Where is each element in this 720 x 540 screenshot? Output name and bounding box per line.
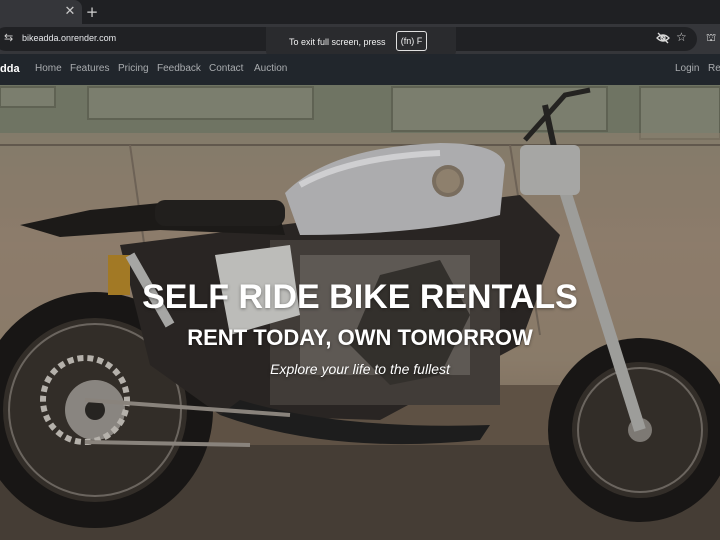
nav-link-auction[interactable]: Auction (254, 62, 287, 76)
fullscreen-notice-text: To exit full screen, press (289, 37, 386, 47)
nav-link-features[interactable]: Features (70, 62, 109, 76)
eye-slash-icon[interactable] (656, 30, 670, 46)
fullscreen-exit-key: (fn) F (396, 31, 427, 51)
browser-tab-strip (0, 0, 720, 24)
nav-link-register[interactable]: Re (708, 62, 720, 76)
site-settings-icon[interactable]: ⇆ (4, 31, 16, 45)
hero-section: SELF RIDE BIKE RENTALS RENT TODAY, OWN T… (0, 85, 720, 540)
new-tab-icon[interactable]: + (85, 3, 99, 21)
nav-link-home[interactable]: Home (35, 62, 62, 76)
nav-link-contact[interactable]: Contact (209, 62, 243, 76)
extension-icon[interactable]: ⛫ (706, 30, 720, 46)
hero-subtitle: RENT TODAY, OWN TOMORROW (187, 325, 533, 350)
hero-title: SELF RIDE BIKE RENTALS (142, 278, 578, 316)
nav-link-login[interactable]: Login (675, 62, 699, 76)
close-tab-icon[interactable]: ✕ (64, 4, 76, 20)
nav-link-pricing[interactable]: Pricing (118, 62, 149, 76)
nav-link-feedback[interactable]: Feedback (157, 62, 201, 76)
hero-tagline: Explore your life to the fullest (270, 361, 450, 377)
site-brand-link[interactable]: dda (0, 62, 20, 76)
bookmark-star-icon[interactable]: ☆ (676, 29, 690, 45)
url-text[interactable]: bikeadda.onrender.com (22, 31, 116, 45)
